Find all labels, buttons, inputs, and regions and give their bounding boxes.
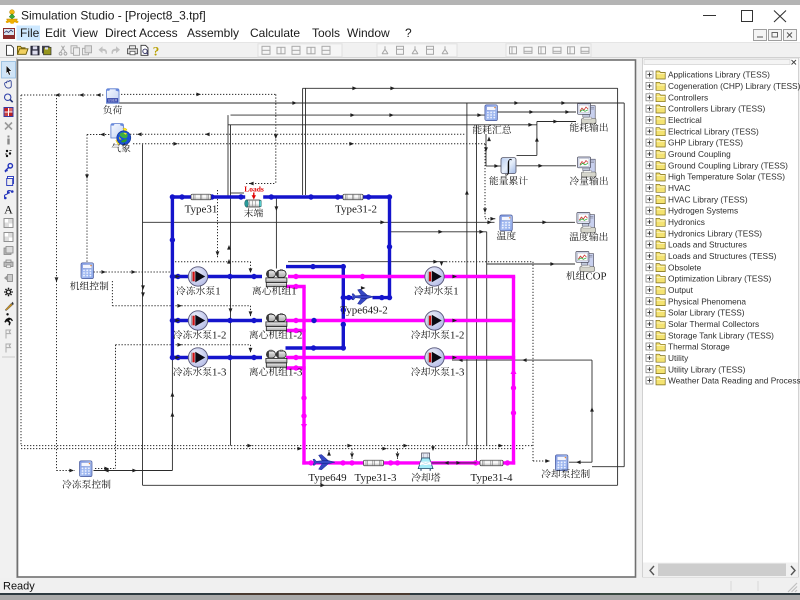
svg-text:Thermal Storage: Thermal Storage xyxy=(668,342,730,352)
svg-text:?: ? xyxy=(153,43,160,58)
svg-text:Simulation Studio - [Project8_: Simulation Studio - [Project8_3.tpf] xyxy=(21,9,206,23)
svg-text:HVAC: HVAC xyxy=(668,183,690,193)
svg-text:1-3: 1-3 xyxy=(288,366,302,378)
svg-text:Utility Library (TESS): Utility Library (TESS) xyxy=(668,364,746,374)
svg-text:Type649-2: Type649-2 xyxy=(340,305,388,317)
svg-text:Physical Phenomena: Physical Phenomena xyxy=(668,296,746,306)
svg-text:Ready: Ready xyxy=(3,581,35,593)
svg-text:Loads and Structures (TESS): Loads and Structures (TESS) xyxy=(668,251,777,261)
svg-text:Obsolete: Obsolete xyxy=(668,262,702,272)
svg-text:1: 1 xyxy=(215,285,220,297)
svg-text:Type31-2: Type31-2 xyxy=(335,204,377,216)
svg-text:Tools: Tools xyxy=(312,26,340,40)
svg-text:1-2: 1-2 xyxy=(450,329,464,341)
svg-text:Solar Thermal Collectors: Solar Thermal Collectors xyxy=(668,319,759,329)
svg-text:Storage Tank Library (TESS): Storage Tank Library (TESS) xyxy=(668,330,774,340)
svg-text:Optimization Library (TESS): Optimization Library (TESS) xyxy=(668,274,772,284)
svg-text:Controllers: Controllers xyxy=(668,92,708,102)
svg-text:Hydronics: Hydronics xyxy=(668,217,705,227)
svg-text:Utility: Utility xyxy=(668,353,689,363)
svg-text:1: 1 xyxy=(291,285,296,297)
svg-text:Ground Coupling: Ground Coupling xyxy=(668,149,731,159)
svg-text:HVAC Library (TESS): HVAC Library (TESS) xyxy=(668,194,748,204)
svg-text:1-2: 1-2 xyxy=(288,329,302,341)
svg-text:Calculate: Calculate xyxy=(250,26,300,40)
svg-text:A: A xyxy=(4,203,13,217)
svg-text:Assembly: Assembly xyxy=(187,26,239,40)
svg-text:Type649: Type649 xyxy=(308,472,347,484)
svg-text:File: File xyxy=(20,26,40,40)
svg-text:?: ? xyxy=(405,26,412,40)
svg-text:1-2: 1-2 xyxy=(212,329,226,341)
svg-text:Type31-4: Type31-4 xyxy=(471,472,513,484)
svg-text:Direct Access: Direct Access xyxy=(105,26,178,40)
svg-text:USER: USER xyxy=(108,99,118,103)
svg-text:COP: COP xyxy=(586,270,607,282)
svg-text:Hydronics Library (TESS): Hydronics Library (TESS) xyxy=(668,228,762,238)
svg-text:Controllers Library (TESS): Controllers Library (TESS) xyxy=(668,104,766,114)
svg-text:Loads and Structures: Loads and Structures xyxy=(668,240,747,250)
svg-text:Electrical Library (TESS): Electrical Library (TESS) xyxy=(668,126,759,136)
svg-text:1-3: 1-3 xyxy=(450,366,464,378)
svg-text:View: View xyxy=(72,26,98,40)
svg-text:Solar Library (TESS): Solar Library (TESS) xyxy=(668,308,745,318)
svg-text:Ground Coupling Library (TESS): Ground Coupling Library (TESS) xyxy=(668,160,788,170)
svg-text:Weather Data Reading and Proce: Weather Data Reading and Process xyxy=(668,376,800,386)
svg-text:Electrical: Electrical xyxy=(668,115,702,125)
svg-text:1-3: 1-3 xyxy=(212,366,226,378)
svg-text:Type31-3: Type31-3 xyxy=(355,472,397,484)
svg-text:Output: Output xyxy=(668,285,694,295)
svg-text:Hydrogen Systems: Hydrogen Systems xyxy=(668,206,738,216)
svg-text:1: 1 xyxy=(453,285,458,297)
svg-text:Edit: Edit xyxy=(45,26,66,40)
svg-text:Type31: Type31 xyxy=(185,204,218,216)
svg-text:Window: Window xyxy=(347,26,390,40)
svg-text:GHP Library (TESS): GHP Library (TESS) xyxy=(668,138,743,148)
svg-text:Applications Library (TESS): Applications Library (TESS) xyxy=(668,70,770,80)
svg-text:Cogeneration (CHP) Library (TE: Cogeneration (CHP) Library (TESS) xyxy=(668,81,800,91)
svg-text:Loads: Loads xyxy=(244,185,264,194)
svg-text:High Temperature Solar (TESS): High Temperature Solar (TESS) xyxy=(668,172,785,182)
